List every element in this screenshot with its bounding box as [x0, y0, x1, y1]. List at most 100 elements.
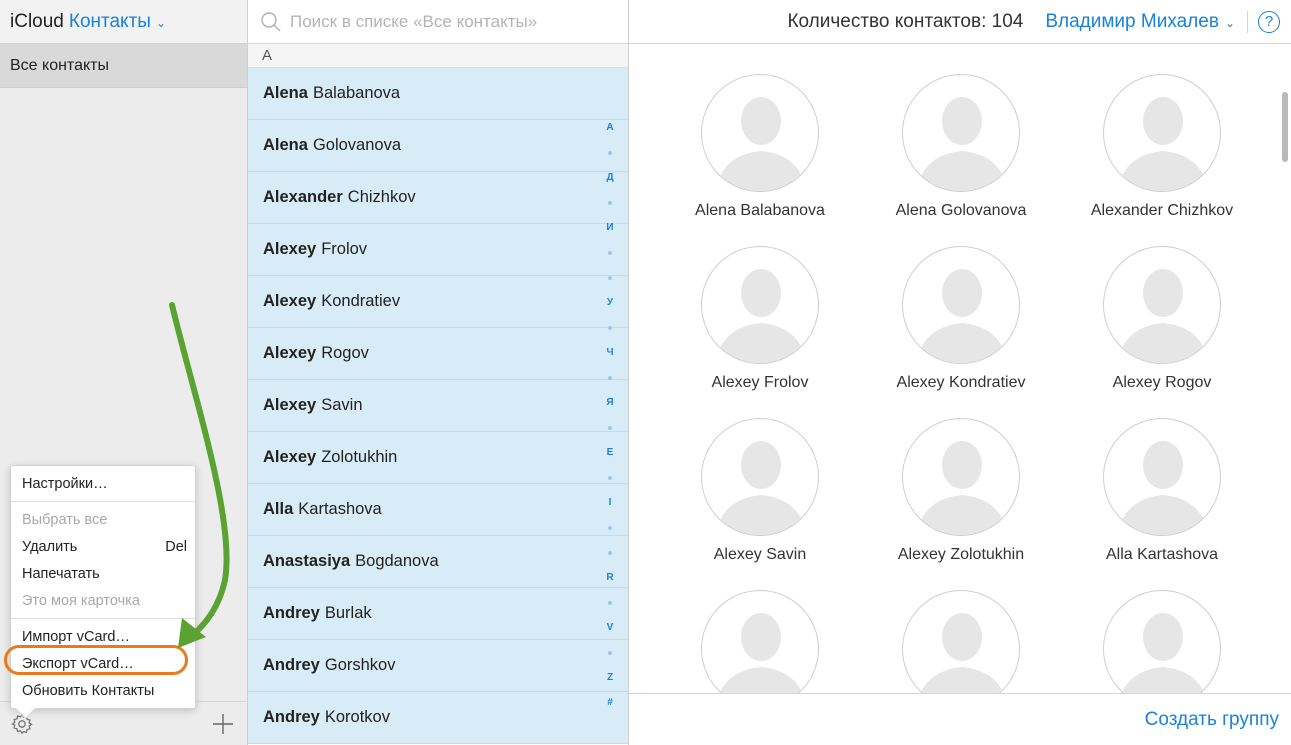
- scrollbar[interactable]: [1282, 92, 1288, 162]
- avatar-placeholder-icon: [1103, 74, 1221, 192]
- list-item[interactable]: Alexey Rogov: [248, 328, 628, 380]
- first-name: Alexey: [263, 240, 317, 258]
- menu-item-shortcut: Del: [165, 538, 187, 555]
- contact-card[interactable]: Alexey Frolov: [670, 246, 850, 392]
- last-name: Savin: [321, 396, 363, 414]
- avatar-placeholder-icon: [1103, 246, 1221, 364]
- user-name: Владимир Михалев: [1045, 10, 1219, 32]
- index-letter[interactable]: У: [604, 290, 616, 315]
- menu-item-select-all: Выбрать все: [11, 506, 195, 533]
- menu-item-import-vcard[interactable]: Импорт vCard…: [11, 623, 195, 650]
- list-item[interactable]: Alexey Savin: [248, 380, 628, 432]
- index-letter[interactable]: E: [604, 440, 616, 465]
- first-name: Alena: [263, 84, 308, 102]
- first-name: Andrey: [263, 604, 320, 622]
- contact-card[interactable]: Alexey Savin: [670, 418, 850, 564]
- list-item[interactable]: Andrey Burlak: [248, 588, 628, 640]
- contact-card[interactable]: Alexey Kondratiev: [871, 246, 1051, 392]
- contact-card[interactable]: Alexey Rogov: [1072, 246, 1252, 392]
- list-item[interactable]: Andrey Gorshkov: [248, 640, 628, 692]
- last-name: Frolov: [321, 240, 368, 258]
- first-name: Alexey: [263, 292, 317, 310]
- index-letter[interactable]: И: [604, 215, 616, 240]
- list-item[interactable]: Alexander Chizhkov: [248, 172, 628, 224]
- dot-icon: [608, 275, 612, 280]
- contact-card-name: Alena Golovanova: [895, 202, 1027, 219]
- menu-item-label: Обновить Контакты: [22, 682, 155, 699]
- index-letter[interactable]: Ч: [604, 340, 616, 365]
- index-letter[interactable]: I: [604, 490, 616, 515]
- dot-icon: [608, 250, 612, 255]
- index-dot[interactable]: [604, 265, 616, 290]
- bottom-bar: Создать группу: [629, 693, 1291, 745]
- menu-item-label: Настройки…: [22, 475, 108, 492]
- search-input[interactable]: Поиск в списке «Все контакты»: [290, 12, 537, 32]
- contact-card[interactable]: Alena Balabanova: [670, 74, 850, 220]
- index-dot[interactable]: [604, 465, 616, 490]
- contact-card-name: Alexey Zolotukhin: [897, 546, 1025, 563]
- contact-card[interactable]: Alla Kartashova: [1072, 418, 1252, 564]
- menu-item-refresh-contacts[interactable]: Обновить Контакты: [11, 677, 195, 704]
- add-contact-icon[interactable]: [211, 712, 235, 736]
- list-item[interactable]: Andrey Korotkov: [248, 692, 628, 744]
- contact-list: Alena Balabanova Alena Golovanova Alexande…: [248, 68, 628, 744]
- list-item[interactable]: Alena Golovanova: [248, 120, 628, 172]
- menu-item-print[interactable]: Напечатать: [11, 560, 195, 587]
- alphabet-index[interactable]: А Д И У Ч Я E I R V Z #: [604, 115, 616, 715]
- contact-card[interactable]: Alena Golovanova: [871, 74, 1051, 220]
- index-letter[interactable]: Я: [604, 390, 616, 415]
- index-letter[interactable]: #: [604, 690, 616, 715]
- contact-card[interactable]: Alexey Zolotukhin: [871, 418, 1051, 564]
- index-dot[interactable]: [604, 590, 616, 615]
- index-dot[interactable]: [604, 315, 616, 340]
- index-dot[interactable]: [604, 515, 616, 540]
- help-icon[interactable]: ?: [1258, 10, 1280, 33]
- contact-card-name: Alena Balabanova: [695, 202, 825, 219]
- list-item[interactable]: Alexey Zolotukhin: [248, 432, 628, 484]
- avatar-placeholder-icon: [701, 74, 819, 192]
- avatar-placeholder-icon: [902, 590, 1020, 693]
- menu-item-my-card: Это моя карточка: [11, 587, 195, 614]
- list-item[interactable]: Alexey Kondratiev: [248, 276, 628, 328]
- contact-card[interactable]: [1072, 590, 1252, 693]
- index-dot[interactable]: [604, 640, 616, 665]
- contact-count: Количество контактов: 104: [787, 10, 1024, 32]
- contact-card[interactable]: [670, 590, 850, 693]
- index-letter[interactable]: Д: [604, 165, 616, 190]
- index-letter[interactable]: V: [604, 615, 616, 640]
- list-item[interactable]: Alla Kartashova: [248, 484, 628, 536]
- index-dot[interactable]: [604, 415, 616, 440]
- contact-card[interactable]: Alexander Chizhkov: [1072, 74, 1252, 220]
- search-bar[interactable]: Поиск в списке «Все контакты»: [248, 0, 628, 44]
- first-name: Andrey: [263, 708, 320, 726]
- list-item[interactable]: Anastasiya Bogdanova: [248, 536, 628, 588]
- menu-item-export-vcard[interactable]: Экспорт vCard…: [11, 650, 195, 677]
- menu-divider: [11, 618, 195, 619]
- list-item[interactable]: Alena Balabanova: [248, 68, 628, 120]
- contact-card[interactable]: [871, 590, 1051, 693]
- first-name: Alexander: [263, 188, 343, 206]
- avatar-placeholder-icon: [902, 74, 1020, 192]
- user-menu[interactable]: Владимир Михалев ⌄: [1045, 11, 1235, 33]
- last-name: Kondratiev: [321, 292, 401, 310]
- last-name: Korotkov: [324, 708, 390, 726]
- dot-icon: [608, 425, 612, 430]
- index-dot[interactable]: [604, 365, 616, 390]
- contact-card-name: Alexander Chizhkov: [1090, 202, 1234, 219]
- index-dot[interactable]: [604, 190, 616, 215]
- dot-icon: [608, 375, 612, 380]
- contact-card-name: Alexey Kondratiev: [896, 374, 1026, 391]
- index-dot[interactable]: [604, 540, 616, 565]
- create-group-button[interactable]: Создать группу: [1145, 709, 1279, 731]
- index-dot[interactable]: [604, 140, 616, 165]
- index-letter[interactable]: Z: [604, 665, 616, 690]
- menu-item-delete[interactable]: Удалить Del: [11, 533, 195, 560]
- group-all-contacts[interactable]: Все контакты: [0, 44, 247, 88]
- app-switcher[interactable]: iCloud Контакты ⌄: [0, 0, 247, 44]
- index-letter[interactable]: R: [604, 565, 616, 590]
- index-letter[interactable]: А: [604, 115, 616, 140]
- menu-item-settings[interactable]: Настройки…: [11, 470, 195, 497]
- chevron-down-icon: ⌄: [155, 15, 167, 30]
- index-dot[interactable]: [604, 240, 616, 265]
- list-item[interactable]: Alexey Frolov: [248, 224, 628, 276]
